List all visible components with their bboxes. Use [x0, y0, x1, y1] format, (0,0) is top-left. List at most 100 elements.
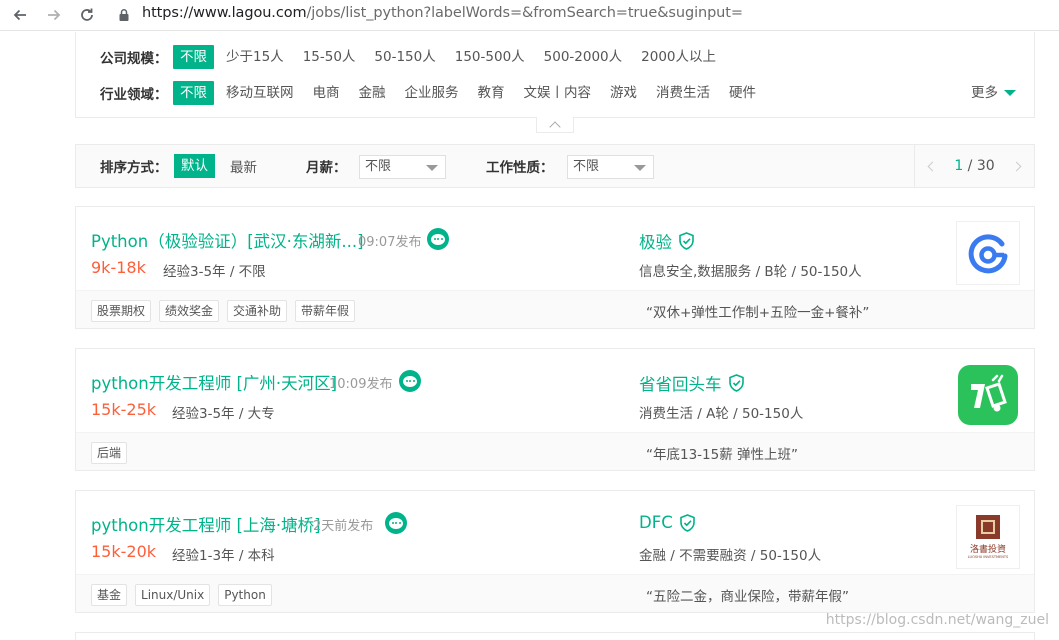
job-card-partial [75, 632, 1035, 640]
company-size-label: 公司规模： [100, 51, 168, 67]
collapse-toggle[interactable] [536, 117, 574, 133]
verified-shield-icon [679, 232, 694, 250]
card-footer: 股票期权 绩效奖金 交通补助 带薪年假 “双休+弹性工作制+五险一金+餐补” [76, 290, 1034, 328]
company-name[interactable]: 省省回头车 [639, 371, 745, 395]
watermark: https://blog.csdn.net/wang_zuel [825, 612, 1049, 628]
sort-default-button[interactable]: 默认 [174, 154, 215, 178]
luoshu-seal-icon [976, 515, 1000, 539]
verified-shield-icon [679, 513, 695, 532]
page-separator: / [963, 158, 977, 174]
job-advantage: “年底13-15薪 弹性上班” [646, 447, 799, 463]
filter-panel: 公司规模： 不限 少于15人 15-50人 50-150人 150-500人 5… [75, 32, 1035, 118]
chat-icon[interactable] [399, 370, 421, 392]
job-type-select[interactable]: 不限 [567, 155, 654, 179]
job-advantage: “五险二金，商业保险，带薪年假” [646, 589, 849, 605]
address-bar[interactable]: https://www.lagou.com/jobs/list_python?l… [142, 5, 743, 21]
more-label: 更多 [971, 85, 998, 101]
company-logo[interactable]: 洛書投資 LUOSHU INVESTMENTS [956, 505, 1020, 569]
company-size-option[interactable]: 500-2000人 [544, 45, 623, 69]
more-button[interactable]: 更多 [971, 81, 1016, 105]
post-time: 2天前发布 [313, 519, 374, 534]
sort-newest-button[interactable]: 最新 [230, 156, 257, 176]
industry-option[interactable]: 金融 [359, 81, 386, 105]
salary-select[interactable]: 不限 [359, 155, 446, 179]
company-size-option[interactable]: 少于15人 [226, 45, 284, 69]
job-title[interactable]: Python（极验验证）[武汉·东湖新...] [91, 228, 364, 252]
industry-option[interactable]: 游戏 [610, 81, 637, 105]
company-name[interactable]: 极验 [639, 229, 695, 253]
sort-label: 排序方式： [100, 160, 168, 176]
salary: 15k-20k [91, 542, 157, 561]
url-path: /jobs/list_python?labelWords=&fromSearch… [306, 5, 744, 21]
chat-icon[interactable] [385, 512, 407, 534]
company-industry: 金融 / 不需要融资 / 50-150人 [639, 548, 822, 564]
job-card[interactable]: Python（极验验证）[武汉·东湖新...] 09:07发布 9k-18k 经… [75, 206, 1035, 329]
job-tag: 绩效奖金 [159, 300, 220, 322]
pagination: 1 / 30 [914, 145, 1034, 187]
back-arrow-icon[interactable] [8, 3, 32, 27]
company-size-option[interactable]: 15-50人 [303, 45, 356, 69]
sort-bar: 排序方式： 默认 最新 月薪： 不限 工作性质： 不限 1 / 30 [75, 144, 1035, 188]
tag-list: 后端 [91, 442, 135, 464]
industry-option[interactable]: 电商 [313, 81, 340, 105]
post-time: 09:07发布 [358, 235, 422, 250]
job-tag: Python [218, 584, 272, 606]
next-page-icon[interactable] [1011, 161, 1022, 171]
dropdown-arrow-icon [426, 165, 438, 171]
company-logo[interactable] [956, 363, 1020, 427]
logo-subtext: LUOSHU INVESTMENTS [967, 555, 1009, 559]
job-card[interactable]: python开发工程师 [广州·天河区] 10:09发布 15k-25k 经验3… [75, 348, 1035, 471]
job-requirement: 经验3-5年 / 不限 [163, 264, 266, 280]
current-page: 1 [954, 158, 964, 174]
chat-icon[interactable] [427, 228, 449, 250]
industry-filter: 行业领域： 不限 移动互联网 电商 金融 企业服务 教育 文娱丨内容 游戏 消费… [100, 81, 775, 105]
salary-label: 月薪： [306, 160, 347, 176]
company-size-option[interactable]: 150-500人 [455, 45, 525, 69]
company-name-text: 省省回头车 [639, 375, 722, 394]
company-logo[interactable] [956, 221, 1020, 285]
browser-toolbar: https://www.lagou.com/jobs/list_python?l… [0, 0, 1059, 31]
company-size-option[interactable]: 50-150人 [374, 45, 435, 69]
salary-select-value: 不限 [365, 159, 392, 174]
industry-label: 行业领域： [100, 87, 168, 103]
job-tag: 基金 [91, 584, 128, 606]
industry-option[interactable]: 移动互联网 [226, 81, 294, 105]
job-tag: Linux/Unix [135, 584, 211, 606]
salary: 15k-25k [91, 400, 157, 419]
forward-arrow-icon[interactable] [42, 3, 66, 27]
industry-option[interactable]: 教育 [478, 81, 505, 105]
industry-option[interactable]: 消费生活 [656, 81, 710, 105]
job-tag: 交通补助 [227, 300, 288, 322]
industry-option[interactable]: 文娱丨内容 [524, 81, 592, 105]
industry-option[interactable]: 硬件 [729, 81, 756, 105]
company-industry: 信息安全,数据服务 / B轮 / 50-150人 [639, 264, 862, 280]
company-size-option[interactable]: 不限 [173, 45, 214, 69]
total-pages: 30 [976, 158, 995, 174]
job-title[interactable]: python开发工程师 [广州·天河区] [91, 370, 337, 394]
chevron-up-icon [549, 120, 561, 133]
job-card[interactable]: python开发工程师 [上海·塘桥] 2天前发布 15k-20k 经验1-3年… [75, 490, 1035, 613]
job-type-label: 工作性质： [486, 160, 554, 176]
job-requirement: 经验3-5年 / 大专 [172, 406, 275, 422]
company-size-option[interactable]: 2000人以上 [641, 45, 716, 69]
industry-option[interactable]: 不限 [173, 81, 214, 105]
triangle-down-icon [1004, 90, 1016, 96]
geetest-logo-icon [968, 234, 1008, 274]
job-title[interactable]: python开发工程师 [上海·塘桥] [91, 512, 321, 536]
company-name[interactable]: DFC [639, 513, 696, 532]
job-tag: 带薪年假 [295, 300, 356, 322]
company-industry: 消费生活 / A轮 / 50-150人 [639, 406, 804, 422]
reload-icon[interactable] [75, 3, 99, 27]
dropdown-arrow-icon [634, 165, 646, 171]
industry-option[interactable]: 企业服务 [405, 81, 459, 105]
job-tag: 后端 [91, 442, 128, 464]
verified-shield-icon [728, 374, 744, 392]
job-requirement: 经验1-3年 / 本科 [172, 548, 275, 564]
job-type-select-value: 不限 [573, 159, 600, 174]
lock-icon [119, 9, 129, 21]
company-size-filter: 公司规模： 不限 少于15人 15-50人 50-150人 150-500人 5… [100, 45, 735, 69]
company-name-text: 极验 [639, 233, 672, 252]
prev-page-icon[interactable] [927, 161, 938, 171]
job-tag: 股票期权 [91, 300, 152, 322]
card-footer: 后端 “年底13-15薪 弹性上班” [76, 432, 1034, 470]
